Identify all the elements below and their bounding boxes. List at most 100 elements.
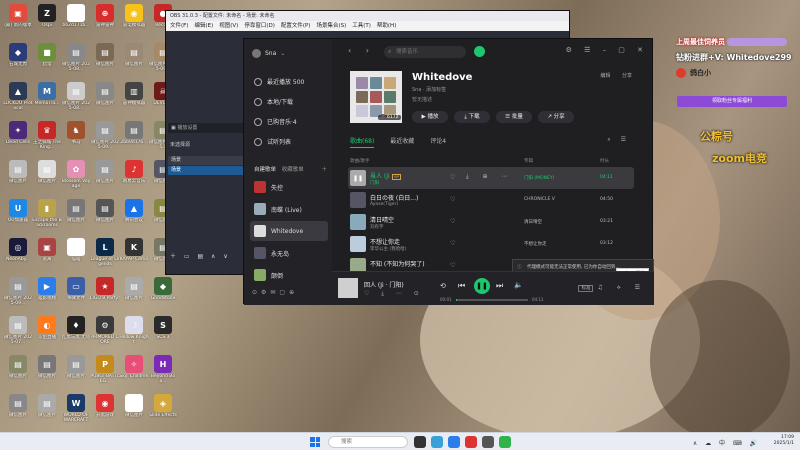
taskbar-search-input[interactable] [328, 436, 408, 448]
desktop-icon[interactable]: ◉ 开黑游戏 [90, 392, 120, 428]
sidebar-playlist-item[interactable]: 南蝶 (Live) [250, 199, 328, 219]
netease-music-icon[interactable] [465, 436, 477, 448]
song-album[interactable]: 不想让你走 [524, 241, 547, 247]
song-row[interactable]: 不想让你走 李华公主 (我哈哈) ♡ 不想让你走 03:12 [348, 233, 634, 255]
sidebar-bottom-icons[interactable]: ⊙⚙✉▢⊕ [252, 289, 298, 296]
tab-created-playlists[interactable]: 自建歌单 [254, 167, 276, 173]
tab-songs[interactable]: 歌曲(68) [350, 138, 375, 148]
desktop-icon[interactable]: ⚙ ARMORED CORE [90, 314, 120, 350]
song-thumbnail[interactable] [350, 236, 366, 252]
tab-collected-playlists[interactable]: 收藏歌单 [282, 167, 304, 173]
prev-icon[interactable]: ⏮ [458, 281, 465, 291]
playlist-author[interactable]: Sna · 添加标签 [412, 86, 446, 93]
add-playlist-icon[interactable]: ＋ [321, 165, 327, 173]
task-view-icon[interactable] [414, 436, 426, 448]
song-thumbnail[interactable]: ❚❚ [350, 170, 366, 186]
edit-button[interactable]: 编辑 [600, 73, 610, 79]
share-button[interactable]: ↗ 分享 [538, 111, 574, 123]
desktop-icon[interactable]: H Beyond Boa... [148, 353, 178, 389]
desktop-icon[interactable]: ▤ 微信图片 [3, 158, 33, 194]
song-artist[interactable]: Ayase(Tiger) [370, 202, 398, 207]
obs-menu-item[interactable]: 场景集合(S) [316, 23, 346, 29]
desktop-icon[interactable]: ▤ 微信图片 2025-08... [61, 80, 91, 116]
desktop-icon[interactable]: ♞ 书马 [61, 119, 91, 155]
desktop-icon[interactable]: ◈ Slide Effects [148, 392, 178, 428]
obs-menu-item[interactable]: 文件(F) [170, 23, 188, 29]
user-profile[interactable]: Sna ⌄ [252, 49, 285, 58]
play-pause-button[interactable]: ❚❚ [474, 278, 490, 294]
next-icon[interactable]: ⏭ [496, 281, 503, 291]
sidebar-playlist-item[interactable]: 颠倒 [250, 265, 328, 285]
song-album[interactable]: 门阳 (MONEY) [524, 175, 554, 181]
start-button[interactable] [310, 437, 320, 447]
desktop-icon[interactable]: P PUBG: BATTLEG... [90, 353, 120, 389]
desktop-icon[interactable]: ✦ Dead Cells [3, 119, 33, 155]
desktop-icon[interactable]: ▤ 微信图片 [90, 158, 120, 194]
desktop-icon[interactable]: K KAYAP Cemo [119, 236, 149, 272]
song-artist[interactable]: 刘有宇 [370, 224, 384, 230]
sidebar-playlist-item[interactable]: Whitedove [250, 221, 328, 241]
quality-badge[interactable]: 标准 [578, 285, 594, 292]
song-artist[interactable]: 门阳 [370, 180, 379, 186]
heart-icon[interactable]: ♡ [450, 196, 455, 203]
share-link-button[interactable]: 分享 [622, 73, 632, 79]
heart-icon[interactable]: ♡ [450, 218, 455, 225]
sidebar-item-purchased[interactable]: 已购音乐·4 [254, 117, 297, 126]
desktop-icon[interactable]: ▤ 微信图片 2025-09... [3, 275, 33, 311]
desktop-icon[interactable]: ✿ Blossom Voyage [61, 158, 91, 194]
volume-icon[interactable]: 🔈 [514, 281, 523, 289]
desktop-icon[interactable]: ▤ 微信图片 [3, 392, 33, 428]
tab-comments[interactable]: 评论4 [430, 138, 446, 145]
obs-titlebar[interactable]: OBS 31.0.3 - 配置文件: 未命名 - 场景: 未命名 [166, 11, 569, 21]
desktop-icon[interactable]: ◎ NeonAby... [3, 236, 33, 272]
desktop-icon[interactable]: ▲ 腾讯会议 [119, 197, 149, 233]
obs-menu-item[interactable]: 视图(V) [219, 23, 238, 29]
desktop-icon[interactable]: U UU加速器 [3, 197, 33, 233]
desktop-icon[interactable]: ★ LIGO 8 Party! [90, 275, 120, 311]
desktop-icon[interactable]: ▤ 微信图片 2025-07... [3, 314, 33, 350]
row-action-icons[interactable]: ⤓ ⊕ ⋯ [466, 173, 514, 181]
sidebar-item-trial[interactable]: 试听列表 [254, 137, 291, 146]
download-button[interactable]: ⤓ 下载 [454, 111, 490, 123]
song-artist[interactable]: 李华公主 (我哈哈) [370, 246, 406, 252]
obs-menu-item[interactable]: 编辑(E) [194, 23, 213, 29]
batch-button[interactable]: ☰ 批量 [496, 111, 532, 123]
desktop-icon[interactable]: ⊕ 雷神雷神 [90, 2, 120, 38]
desktop-icon[interactable]: ▤ 微信图片 [32, 392, 62, 428]
desktop-icon[interactable]: ♦ 红黑与黑 无尽 [61, 314, 91, 350]
desktop-icon[interactable]: ▤ 微信图片 [32, 158, 62, 194]
desktop-icon[interactable]: ▦ b62d171b... [61, 2, 91, 38]
obs-menu-item[interactable]: 帮助(H) [377, 23, 396, 29]
listen-together-icon[interactable] [474, 46, 485, 57]
clock[interactable]: 17:09 2025/1/1 [774, 435, 794, 447]
desktop-icon[interactable]: ▣ (最) 新的版本 [3, 2, 33, 38]
sidebar-playlist-item[interactable]: 永无岛 [250, 243, 328, 263]
desktop-icon[interactable]: ✧ Sky: Children [119, 353, 149, 389]
desktop-icon[interactable]: ☽ Hollow Knight [119, 314, 149, 350]
desktop-icon[interactable]: ◆ Grindstone [148, 275, 178, 311]
view-toggle-icons[interactable]: ⌕ ☰ [607, 136, 630, 144]
song-thumbnail[interactable] [350, 214, 366, 230]
play-all-button[interactable]: ▶ 播放 [412, 111, 448, 123]
desktop-icon[interactable]: ▤ 微信图片 [3, 353, 33, 389]
desktop-icon[interactable]: ◆ 石城无畏 [3, 41, 33, 77]
now-playing-actions[interactable]: ♡ ⤓ ⋯ ⊙ [364, 290, 424, 298]
obs-scene-buttons[interactable]: ＋ ▭ ▤ ∧ ∨ [170, 251, 231, 260]
search-input[interactable] [384, 46, 466, 58]
desktop-icon[interactable]: ▲ LOCKDO Protocol [3, 80, 33, 116]
progress-bar[interactable] [456, 299, 528, 301]
desktop-icon[interactable]: S SCS 3 [148, 314, 178, 350]
fan-benefit-button[interactable]: 领取粉丝专属福利 [677, 96, 787, 107]
system-tray[interactable]: ∧ ☁ 中 ⌨ 🔊 [693, 438, 760, 447]
desktop-icon[interactable]: ▤ 微信图片 [61, 197, 91, 233]
desktop-icon[interactable]: ■ 猎猎 [32, 41, 62, 77]
now-playing-cover[interactable] [338, 278, 358, 298]
desktop-icon[interactable]: ▤ 微信图片 [119, 41, 149, 77]
song-album[interactable]: CHRONICLE V [524, 197, 555, 202]
desktop-icon[interactable]: ▤ 微信图片 [119, 275, 149, 311]
desktop-icon[interactable]: ▤ 微信图片 [119, 392, 149, 428]
desktop-icon[interactable]: ☺ 喵喵 [61, 236, 91, 272]
desktop-icon[interactable]: M MemoTra... [32, 80, 62, 116]
desktop-icon[interactable]: ▤ 微信图片 [90, 197, 120, 233]
obs-scene-item[interactable]: 场景 [168, 166, 248, 175]
